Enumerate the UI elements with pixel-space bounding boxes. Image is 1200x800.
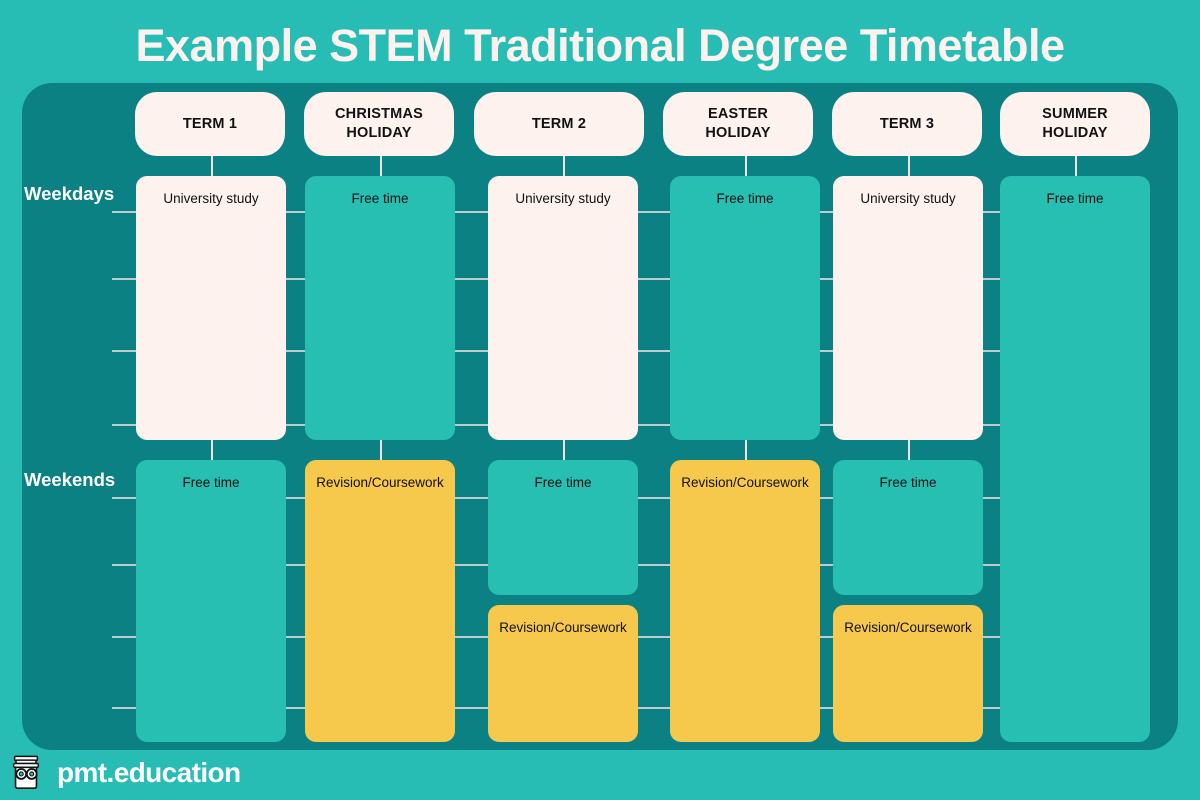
gridline-tick [453,211,490,213]
block-col6-fullheight[interactable]: Free time [1000,176,1150,742]
gridline-tick [636,424,672,426]
row-label-weekdays: Weekdays [24,183,115,204]
column-header-4[interactable]: EASTER HOLIDAY [663,92,813,156]
block-col2-weekdays[interactable]: Free time [305,176,455,440]
gridline-tick [284,211,307,213]
gridline-tick [284,636,307,638]
gridline-tick [636,278,672,280]
block-label: Revision/Coursework [681,475,809,490]
gridline-tick [453,707,490,709]
gridline-tick [112,497,136,499]
block-col1-weekends[interactable]: Free time [136,460,286,742]
block-label: Free time [716,191,774,206]
gridline-tick [981,211,1002,213]
gridline-tick [284,707,307,709]
gridline-tick [284,424,307,426]
gridline-tick [636,707,672,709]
gridline-tick [453,350,490,352]
block-col5-weekends-1[interactable]: Free time [833,460,983,595]
block-label: Free time [1046,191,1104,206]
gridline-tick [112,211,136,213]
gridline-tick [981,497,1002,499]
block-label: Revision/Coursework [844,620,972,635]
footer-bar: pmt.education [0,745,1200,800]
column-header-label: TERM 2 [531,115,587,132]
block-label: University study [860,191,956,206]
column-headers: TERM 1 CHRISTMAS HOLIDAY TERM 2 EASTER HOLIDA… [0,0,1200,160]
block-label: Free time [879,475,937,490]
block-col5-weekdays[interactable]: University study [833,176,983,440]
gridline-tick [453,636,490,638]
gridline-tick [981,278,1002,280]
block-label: Revision/Coursework [499,620,627,635]
block-col3-weekends-2[interactable]: Revision/Coursework [488,605,638,742]
column-header-label: TERM 3 [879,115,935,132]
column-header-label: SUMMER HOLIDAY [1042,106,1108,141]
block-label: University study [515,191,611,206]
block-col2-weekends[interactable]: Revision/Coursework [305,460,455,742]
gridline-tick [112,350,136,352]
gridline-tick [284,497,307,499]
column-header-label: EASTER HOLIDAY [705,106,771,141]
gridline-tick [112,707,136,709]
block-label: University study [163,191,259,206]
gridline-tick [636,497,672,499]
row-label-weekends: Weekends [24,469,116,490]
block-label: Free time [182,475,240,490]
gridline-tick [636,564,672,566]
column-header-6[interactable]: SUMMER HOLIDAY [1000,92,1150,156]
gridline-tick [453,564,490,566]
gridline-tick [284,564,307,566]
gridline-tick [453,424,490,426]
column-header-1[interactable]: TERM 1 [135,92,285,156]
gridline-tick [636,350,672,352]
gridline-tick [112,278,136,280]
column-header-3[interactable]: TERM 2 [474,92,644,156]
gridline-tick [981,564,1002,566]
block-col4-weekends[interactable]: Revision/Coursework [670,460,820,742]
gridline-tick [981,636,1002,638]
gridline-tick [112,636,136,638]
footer-brand-text: pmt.education [57,756,241,788]
block-label: Free time [534,475,592,490]
column-header-2[interactable]: CHRISTMAS HOLIDAY [304,92,454,156]
column-header-5[interactable]: TERM 3 [832,92,982,156]
gridline-tick [284,278,307,280]
gridline-tick [981,707,1002,709]
column-header-label: CHRISTMAS HOLIDAY [335,106,423,141]
block-col1-weekdays[interactable]: University study [136,176,286,440]
gridline-tick [636,636,672,638]
block-label: Revision/Coursework [316,475,444,490]
gridline-tick [981,424,1002,426]
gridline-tick [284,350,307,352]
pmt-owl-books-logo-icon [7,754,45,792]
block-col3-weekends-1[interactable]: Free time [488,460,638,595]
gridline-tick [112,424,136,426]
column-header-label: TERM 1 [182,115,238,132]
gridline-tick [112,564,136,566]
block-col4-weekdays[interactable]: Free time [670,176,820,440]
block-col3-weekdays[interactable]: University study [488,176,638,440]
gridline-tick [453,497,490,499]
gridline-tick [453,278,490,280]
gridline-tick [981,350,1002,352]
block-col5-weekends-2[interactable]: Revision/Coursework [833,605,983,742]
block-label: Free time [351,191,409,206]
gridline-tick [636,211,672,213]
